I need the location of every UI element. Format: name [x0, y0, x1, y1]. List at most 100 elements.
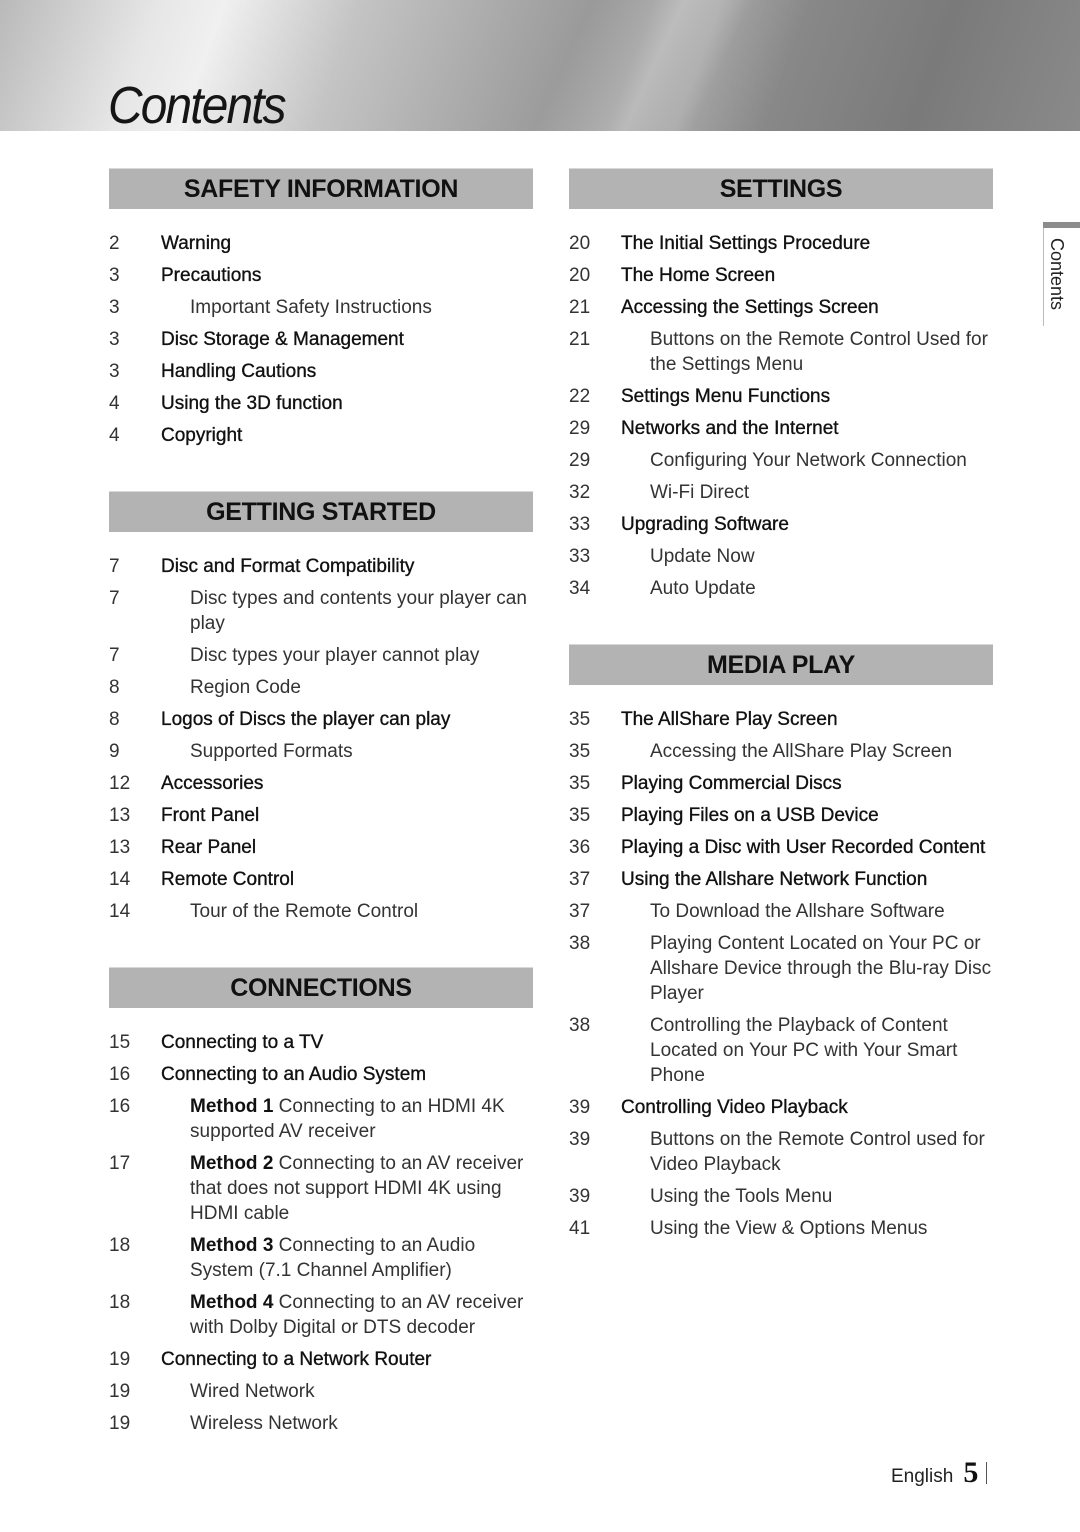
toc-entry[interactable]: 12 Accessories: [109, 771, 533, 796]
footer-language: English: [891, 1466, 954, 1487]
toc-entry[interactable]: 33 Upgrading Software: [569, 512, 993, 537]
toc-page-number: 4: [109, 393, 120, 414]
toc-page-number: 39: [569, 1129, 591, 1150]
toc-entry-title: Important Safety Instructions: [190, 297, 432, 318]
toc-page-number: 8: [109, 677, 120, 698]
toc-entry[interactable]: 20 The Home Screen: [569, 263, 993, 288]
toc-entry[interactable]: 18 Method 4 Connecting to an AV receiver …: [109, 1290, 533, 1340]
toc-entry[interactable]: 19 Wireless Network: [109, 1411, 533, 1436]
toc-entry[interactable]: 21 Accessing the Settings Screen: [569, 295, 993, 320]
toc-page-number: 22: [569, 386, 591, 407]
toc-entry[interactable]: 3 Precautions: [109, 263, 533, 288]
toc-entry[interactable]: 38 Controlling the Playback of Content Lo…: [569, 1013, 993, 1088]
toc-entry[interactable]: 14 Tour of the Remote Control: [109, 899, 533, 924]
toc-entry[interactable]: 9 Supported Formats: [109, 739, 533, 764]
toc-entry[interactable]: 35 Playing Files on a USB Device: [569, 803, 993, 828]
toc-entry[interactable]: 3 Important Safety Instructions: [109, 295, 533, 320]
toc-entry[interactable]: 35 Playing Commercial Discs: [569, 771, 993, 796]
toc-entry[interactable]: 7 Disc types and contents your player can…: [109, 586, 533, 636]
toc-entry[interactable]: 29 Networks and the Internet: [569, 416, 993, 441]
toc-entry-title: Method 4 Connecting to an AV receiver wi…: [161, 1290, 533, 1340]
toc-page-number: 9: [109, 741, 120, 762]
toc-entry[interactable]: 14 Remote Control: [109, 867, 533, 892]
toc-entry-title: Buttons on the Remote Control Used for t…: [650, 329, 988, 375]
header-banner: Contents: [0, 0, 1080, 132]
toc-entry-title: Upgrading Software: [621, 514, 789, 535]
toc-entry[interactable]: 13 Front Panel: [109, 803, 533, 828]
toc-page-number: 34: [569, 578, 591, 599]
toc-entry-title: Handling Cautions: [161, 361, 317, 382]
toc-entry[interactable]: 35 Accessing the AllShare Play Screen: [569, 739, 993, 764]
toc-page-number: 7: [109, 645, 120, 666]
toc-page-number: 39: [569, 1097, 591, 1118]
toc-entry[interactable]: 7 Disc and Format Compatibility: [109, 554, 533, 579]
toc-page-number: 36: [569, 837, 591, 858]
method-label: Method 4: [190, 1292, 274, 1313]
toc-entry[interactable]: 38 Playing Content Located on Your PC or …: [569, 931, 993, 1006]
toc-entry[interactable]: 19 Connecting to a Network Router: [109, 1347, 533, 1372]
toc-entry[interactable]: 16 Connecting to an Audio System: [109, 1062, 533, 1087]
side-tab-divider: [1043, 228, 1044, 326]
toc-entry-title: Warning: [161, 233, 232, 254]
toc-entry[interactable]: 15 Connecting to a TV: [109, 1030, 533, 1055]
toc-entry[interactable]: 8 Region Code: [109, 675, 533, 700]
side-section-label: Contents: [1047, 238, 1067, 311]
toc-entry-title: Playing Content Located on Your PC or Al…: [650, 933, 992, 1004]
toc-entry[interactable]: 8 Logos of Discs the player can play: [109, 707, 533, 732]
toc-entry[interactable]: 39 Using the Tools Menu: [569, 1184, 993, 1209]
method-label: Method 3: [190, 1235, 274, 1256]
toc-entry[interactable]: 21 Buttons on the Remote Control Used for…: [569, 327, 993, 377]
toc-page-number: 3: [109, 297, 120, 318]
toc-entry[interactable]: 39 Controlling Video Playback: [569, 1095, 993, 1120]
toc-entry-title: Using the Allshare Network Function: [621, 869, 928, 890]
toc-entry[interactable]: 17 Method 2 Connecting to an AV receiver …: [109, 1151, 533, 1226]
method-label: Method 1: [190, 1096, 274, 1117]
toc-entry-title: Connecting to an Audio System: [161, 1064, 427, 1085]
toc-entry[interactable]: 16 Method 1 Connecting to an HDMI 4K supp…: [109, 1094, 533, 1144]
toc-entry[interactable]: 34 Auto Update: [569, 576, 993, 601]
section-heading-safety-information: SAFETY INFORMATION: [109, 168, 533, 209]
toc-page-number: 14: [109, 901, 131, 922]
toc-entry[interactable]: 2 Warning: [109, 231, 533, 256]
toc-page-number: 37: [569, 869, 591, 890]
toc-entry[interactable]: 33 Update Now: [569, 544, 993, 569]
toc-entry[interactable]: 22 Settings Menu Functions: [569, 384, 993, 409]
toc-page-number: 21: [569, 329, 591, 350]
toc-entry[interactable]: 29 Configuring Your Network Connection: [569, 448, 993, 473]
toc-page-number: 13: [109, 805, 131, 826]
toc-entry-title: The Home Screen: [621, 265, 776, 286]
section-heading-media-play: MEDIA PLAY: [569, 644, 993, 685]
toc-entry[interactable]: 20 The Initial Settings Procedure: [569, 231, 993, 256]
toc-entry-title: Front Panel: [161, 805, 260, 826]
toc-entry-list: 7 Disc and Format Compatibility 7 Disc type…: [109, 554, 533, 924]
toc-entry-title: Wired Network: [190, 1381, 315, 1402]
toc-page-number: 37: [569, 901, 591, 922]
toc-entry[interactable]: 4 Copyright: [109, 423, 533, 448]
toc-entry[interactable]: 37 To Download the Allshare Software: [569, 899, 993, 924]
toc-entry-title: Rear Panel: [161, 837, 257, 858]
toc-page-number: 16: [109, 1096, 131, 1117]
toc-page-number: 7: [109, 588, 120, 609]
toc-entry-title: To Download the Allshare Software: [650, 901, 945, 922]
toc-entry[interactable]: 39 Buttons on the Remote Control used for…: [569, 1127, 993, 1177]
page-footer: English 5: [891, 1456, 988, 1490]
toc-page-number: 35: [569, 709, 591, 730]
toc-entry[interactable]: 19 Wired Network: [109, 1379, 533, 1404]
toc-entry[interactable]: 4 Using the 3D function: [109, 391, 533, 416]
toc-entry[interactable]: 3 Disc Storage & Management: [109, 327, 533, 352]
toc-page-number: 35: [569, 741, 591, 762]
toc-page-number: 8: [109, 709, 120, 730]
toc-entry[interactable]: 35 The AllShare Play Screen: [569, 707, 993, 732]
toc-entry[interactable]: 7 Disc types your player cannot play: [109, 643, 533, 668]
toc-entry[interactable]: 37 Using the Allshare Network Function: [569, 867, 993, 892]
toc-entry[interactable]: 32 Wi-Fi Direct: [569, 480, 993, 505]
toc-entry-title: Using the View & Options Menus: [650, 1218, 928, 1239]
toc-entry[interactable]: 18 Method 3 Connecting to an Audio System…: [109, 1233, 533, 1283]
toc-entry[interactable]: 36 Playing a Disc with User Recorded Cont…: [569, 835, 993, 860]
section-heading-settings: SETTINGS: [569, 168, 993, 209]
toc-page-number: 3: [109, 329, 120, 350]
toc-entry[interactable]: 13 Rear Panel: [109, 835, 533, 860]
toc-page-number: 13: [109, 837, 131, 858]
toc-entry[interactable]: 41 Using the View & Options Menus: [569, 1216, 993, 1241]
toc-entry[interactable]: 3 Handling Cautions: [109, 359, 533, 384]
